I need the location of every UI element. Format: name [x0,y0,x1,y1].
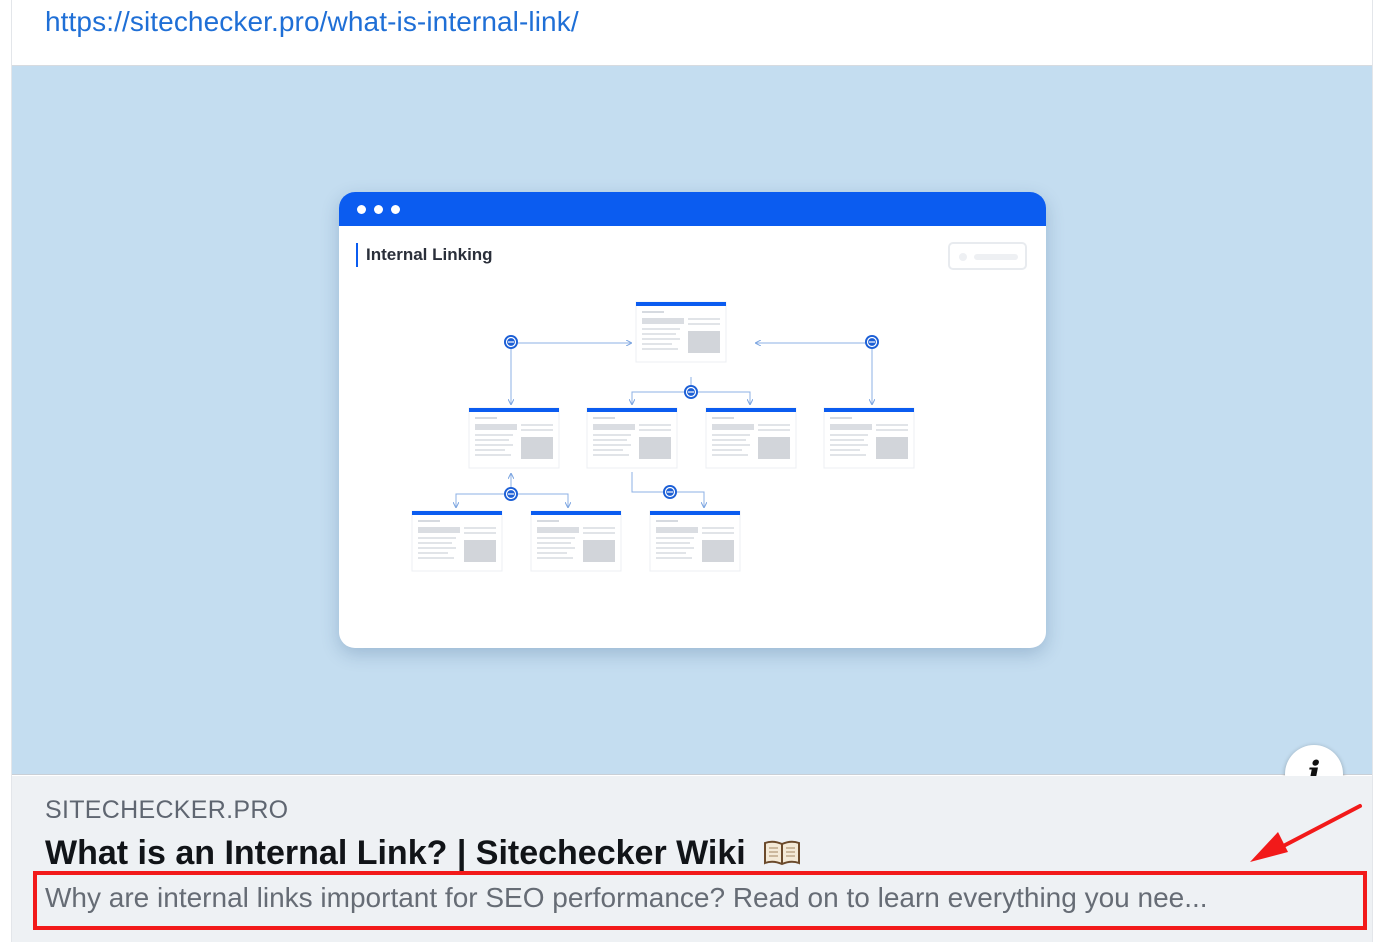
preview-domain: SITECHECKER.PRO [45,796,289,824]
preview-title: What is an Internal Link? | Sitechecker … [45,834,746,872]
illustration-window: Internal Linking [339,192,1046,648]
red-arrow-icon [1250,804,1362,862]
preview-url-link[interactable]: https://sitechecker.pro/what-is-internal… [45,6,579,38]
link-preview-card[interactable]: https://sitechecker.pro/what-is-internal… [11,0,1373,942]
open-book-icon [764,840,801,866]
preview-image[interactable]: Internal Linking [12,66,1372,775]
highlight-box [33,871,1367,930]
internal-linking-diagram [411,301,915,572]
preview-title-row[interactable]: What is an Internal Link? | Sitechecker … [45,834,801,873]
url-row: https://sitechecker.pro/what-is-internal… [12,0,1372,66]
